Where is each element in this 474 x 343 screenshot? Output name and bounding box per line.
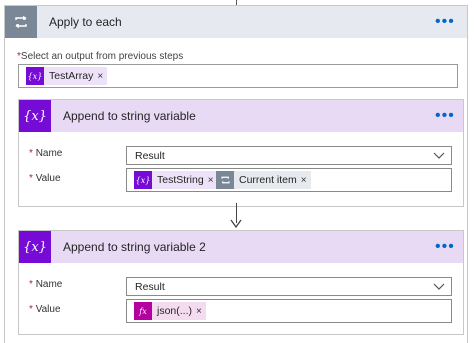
name-value: Result xyxy=(135,150,165,162)
arrow-down-icon xyxy=(230,219,242,229)
name-label-text: Name xyxy=(35,279,63,290)
apply-to-each-title: Apply to each xyxy=(49,15,122,29)
select-output-label-text: Select an output from previous steps xyxy=(20,51,184,62)
card-title: Append to string variable 2 xyxy=(63,240,206,254)
more-options-icon[interactable]: ••• xyxy=(435,239,455,255)
name-label: * Name xyxy=(29,279,62,290)
token-remove-icon[interactable]: × xyxy=(301,175,311,186)
name-label-text: Name xyxy=(35,148,63,159)
card-header[interactable]: {x} Append to string variable ••• xyxy=(19,100,463,132)
name-value: Result xyxy=(135,281,165,293)
variable-icon: {x} xyxy=(134,171,152,189)
required-marker: * xyxy=(29,279,33,290)
select-output-field[interactable]: {x} TestArray × xyxy=(18,64,458,88)
apply-to-each-container: Apply to each ••• *Select an output from… xyxy=(4,5,468,343)
token-remove-icon[interactable]: × xyxy=(196,306,206,317)
more-options-icon[interactable]: ••• xyxy=(435,108,455,124)
token-label: json(...) xyxy=(157,305,193,317)
append-to-string-variable-2-card: {x} Append to string variable 2 ••• * Na… xyxy=(18,230,464,335)
token-remove-icon[interactable]: × xyxy=(97,71,107,82)
required-marker: * xyxy=(29,304,33,315)
variable-icon: {x} xyxy=(19,100,51,132)
value-label-text: Value xyxy=(35,173,61,184)
value-input[interactable]: {x} TestString × Current item × xyxy=(126,168,452,192)
more-options-icon[interactable]: ••• xyxy=(435,14,455,30)
value-label-text: Value xyxy=(35,304,61,315)
value-label: * Value xyxy=(29,304,61,315)
chevron-down-icon xyxy=(433,283,445,290)
select-output-label: *Select an output from previous steps xyxy=(17,51,183,62)
value-input[interactable]: fx json(...) × xyxy=(126,299,452,323)
append-to-string-variable-card: {x} Append to string variable ••• * Name… xyxy=(18,99,464,207)
name-dropdown[interactable]: Result xyxy=(126,146,452,165)
apply-to-each-header[interactable]: Apply to each ••• xyxy=(5,6,467,38)
testarray-token[interactable]: {x} TestArray × xyxy=(26,67,108,85)
current-item-token[interactable]: Current item × xyxy=(216,171,311,189)
json-expression-token[interactable]: fx json(...) × xyxy=(134,302,206,320)
loop-icon xyxy=(5,6,37,38)
variable-icon: {x} xyxy=(26,67,44,85)
token-label: TestArray xyxy=(49,70,94,82)
loop-icon xyxy=(216,171,234,189)
required-marker: * xyxy=(29,148,33,159)
chevron-down-icon xyxy=(433,152,445,159)
expression-icon: fx xyxy=(134,302,152,320)
value-label: * Value xyxy=(29,173,61,184)
card-header[interactable]: {x} Append to string variable 2 ••• xyxy=(19,231,463,263)
required-marker: * xyxy=(29,173,33,184)
token-label: TestString xyxy=(157,174,204,186)
teststring-token[interactable]: {x} TestString × xyxy=(134,171,218,189)
name-label: * Name xyxy=(29,148,62,159)
name-dropdown[interactable]: Result xyxy=(126,277,452,296)
token-label: Current item xyxy=(239,174,297,186)
card-title: Append to string variable xyxy=(63,109,196,123)
variable-icon: {x} xyxy=(19,231,51,263)
